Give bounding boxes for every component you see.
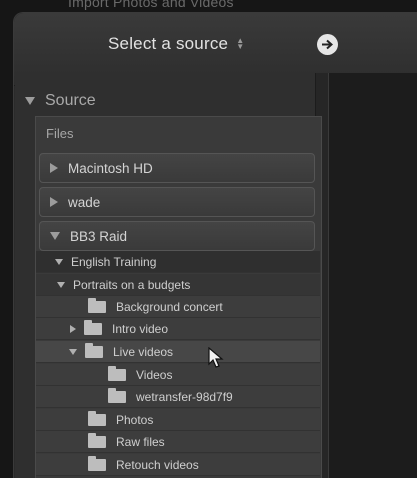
source-section-header[interactable]: Source	[25, 89, 96, 113]
folder-intro-video[interactable]: Intro video	[36, 318, 320, 340]
folder-videos[interactable]: Videos	[36, 364, 320, 386]
folder-label: Photos	[116, 412, 154, 427]
folder-background-concert[interactable]: Background concert	[36, 296, 320, 318]
folder-label: Portraits on a budgets	[73, 277, 191, 292]
volume-macintosh-hd[interactable]: Macintosh HD	[39, 153, 315, 183]
volume-bb3-raid[interactable]: BB3 Raid	[39, 221, 315, 251]
import-window: Import Photos and Videos Select a source…	[0, 0, 417, 478]
disclosure-down-icon	[25, 97, 35, 105]
preview-area	[328, 73, 417, 478]
folder-icon	[108, 387, 126, 403]
disclosure-down-icon	[69, 348, 77, 355]
disclosure-right-icon	[50, 163, 58, 173]
volume-label: BB3 Raid	[70, 228, 128, 244]
folder-icon	[88, 297, 106, 313]
folder-photos[interactable]: Photos	[36, 409, 320, 431]
folder-label: English Training	[71, 254, 157, 269]
disclosure-right-icon	[50, 197, 58, 207]
folder-label: wetransfer-98d7f9	[136, 389, 233, 404]
disclosure-right-icon	[70, 324, 76, 333]
folder-raw-files[interactable]: Raw files	[36, 431, 320, 453]
folder-label: Live videos	[113, 344, 174, 359]
select-source-dropdown[interactable]: Select a source ▲ ▼	[108, 34, 244, 54]
select-source-label: Select a source	[108, 34, 229, 53]
background-window-title: Import Photos and Videos	[68, 0, 234, 10]
disclosure-down-icon	[55, 258, 63, 265]
folder-english-training[interactable]: English Training	[36, 251, 320, 273]
folder-label: Intro video	[112, 321, 169, 336]
folder-wetransfer[interactable]: wetransfer-98d7f9	[36, 386, 320, 408]
volume-label: wade	[68, 194, 101, 210]
files-label: Files	[46, 126, 74, 141]
folder-live-videos[interactable]: Live videos	[36, 341, 320, 363]
folder-icon	[88, 455, 106, 471]
mouse-pointer-icon	[208, 347, 224, 368]
folder-label: Videos	[136, 367, 173, 382]
volume-label: Macintosh HD	[68, 160, 153, 176]
volume-wade[interactable]: wade	[39, 187, 315, 217]
folder-icon	[84, 319, 102, 335]
arrow-right-circle-icon[interactable]	[317, 34, 338, 55]
folder-retouch-videos[interactable]: Retouch videos	[36, 454, 320, 476]
folder-icon	[108, 365, 126, 381]
folder-label: Raw files	[116, 434, 165, 449]
folder-icon	[88, 432, 106, 448]
folder-icon	[85, 342, 103, 358]
source-title: Source	[45, 92, 96, 109]
folder-label: Background concert	[116, 299, 223, 314]
updown-arrows-icon: ▲ ▼	[236, 36, 245, 51]
disclosure-down-icon	[50, 232, 60, 240]
disclosure-down-icon	[57, 281, 65, 288]
folder-label: Retouch videos	[116, 457, 199, 472]
folder-portraits-on-a-budgets[interactable]: Portraits on a budgets	[36, 274, 320, 296]
folder-icon	[88, 410, 106, 426]
